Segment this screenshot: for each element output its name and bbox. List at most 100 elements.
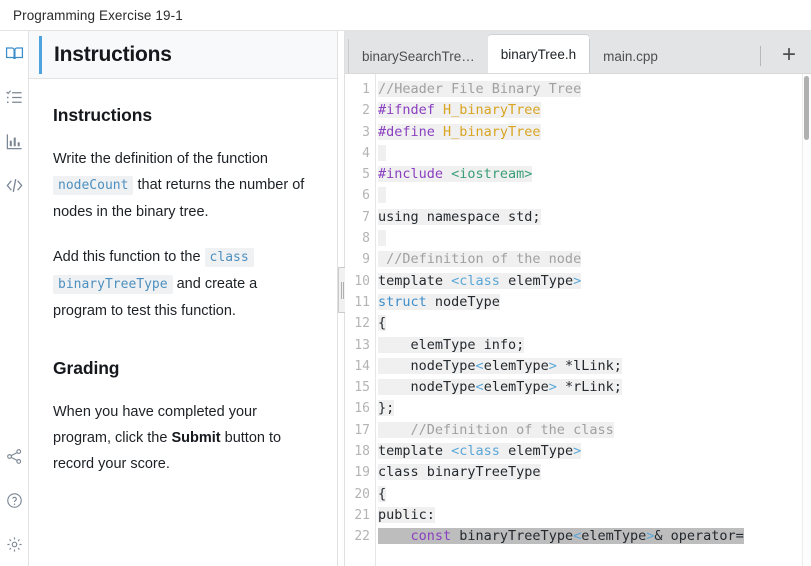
code-line-text: { — [378, 485, 387, 502]
code-icon[interactable] — [0, 163, 29, 207]
code-line-text: #include <iostream> — [378, 166, 533, 183]
code-token: elemType info; — [378, 336, 525, 353]
header-accent-bar — [39, 36, 42, 74]
code-line[interactable] — [378, 185, 811, 206]
code-token: elemType — [483, 379, 549, 396]
code-line[interactable]: nodeType<elemType> *lLink; — [378, 356, 811, 377]
code-line-text: //Header File Binary Tree — [378, 81, 582, 97]
line-number: 15 — [354, 380, 370, 396]
line-number: 8 — [362, 231, 370, 247]
code-line[interactable]: }; — [378, 398, 811, 419]
code-line-text — [378, 230, 387, 247]
window-title-bar: Programming Exercise 19-1 — [0, 0, 811, 31]
code-token: & operator= — [654, 528, 744, 545]
code-line-text: nodeType<elemType> *lLink; — [378, 357, 622, 374]
instructions-body: Instructions Write the definition of the… — [29, 79, 337, 566]
code-line-text: #ifndef H_binaryTree — [378, 102, 541, 119]
code-token: #define — [378, 123, 444, 140]
checklist-icon[interactable] — [0, 75, 29, 119]
code-token: elemType — [499, 443, 574, 460]
tab-bar-right-group: + — [759, 39, 811, 73]
code-line[interactable]: using namespace std; — [378, 207, 811, 228]
code-line[interactable] — [378, 143, 811, 164]
line-number: 18 — [354, 444, 370, 460]
code-line[interactable]: { — [378, 313, 811, 334]
code-line[interactable]: const binaryTreeType<elemType>& operator… — [378, 526, 811, 547]
code-line[interactable]: #include <iostream> — [378, 164, 811, 185]
inline-code-nodecount: nodeCount — [53, 176, 134, 195]
code-line[interactable]: class binaryTreeType — [378, 462, 811, 483]
editor-tab-bar: binarySearchTre… binaryTree.h main.cpp + — [345, 31, 811, 73]
code-token: *lLink; — [556, 357, 622, 374]
instructions-paragraph-1: Write the definition of the function nod… — [53, 146, 311, 225]
line-number: 11 — [354, 294, 370, 310]
line-number-gutter: 1 2 3 4 5 6 7 8 9 10 11 12 13 14 15 16 17 18 19 20 21 22 — [345, 74, 376, 566]
code-line[interactable]: public: — [378, 505, 811, 526]
editor-scrollbar-thumb[interactable] — [804, 76, 809, 140]
code-line[interactable]: template <class elemType> — [378, 441, 811, 462]
inline-code-class: class — [204, 248, 254, 267]
code-token: class binaryTreeType — [378, 464, 541, 481]
help-icon[interactable] — [0, 478, 29, 522]
code-line-text: template <class elemType> — [378, 443, 582, 460]
line-number: 5 — [362, 167, 370, 183]
code-line[interactable]: elemType info; — [378, 335, 811, 356]
code-token: < — [573, 528, 582, 545]
code-token: struct — [378, 293, 427, 310]
line-number: 14 — [354, 358, 370, 374]
chart-icon[interactable] — [0, 119, 29, 163]
book-icon[interactable] — [0, 31, 29, 75]
code-token: }; — [378, 400, 395, 417]
tab-divider — [759, 46, 761, 66]
tab-binarytree-h[interactable]: binaryTree.h — [487, 35, 590, 73]
code-line-text: template <class elemType> — [378, 272, 582, 289]
code-line-text: { — [378, 315, 387, 332]
line-number: 21 — [354, 507, 370, 523]
code-lines-container[interactable]: //Header File Binary Tree #ifndef H_binar… — [376, 74, 811, 566]
code-token: #include — [378, 166, 452, 183]
code-line[interactable]: #ifndef H_binaryTree — [378, 100, 811, 121]
code-token: using namespace std; — [378, 208, 541, 225]
code-line[interactable]: struct nodeType — [378, 292, 811, 313]
code-line[interactable]: //Definition of the node — [378, 249, 811, 270]
editor-scrollbar-track[interactable] — [802, 74, 811, 566]
code-token: { — [378, 485, 387, 502]
code-token: elemType — [499, 272, 574, 289]
code-token: > — [573, 443, 582, 460]
instructions-panel-header: Instructions — [29, 31, 337, 79]
line-number: 19 — [354, 465, 370, 481]
code-line[interactable] — [378, 228, 811, 249]
line-number: 17 — [354, 422, 370, 438]
line-number: 10 — [354, 273, 370, 289]
share-icon[interactable] — [0, 434, 29, 478]
settings-icon[interactable] — [0, 522, 29, 566]
code-line-text — [378, 187, 387, 204]
add-tab-button[interactable]: + — [775, 42, 803, 70]
line-number: 2 — [362, 103, 370, 119]
tab-binarysearchtree[interactable]: binarySearchTre… — [348, 39, 488, 73]
code-token: <iostream> — [451, 166, 533, 183]
code-line[interactable]: //Header File Binary Tree — [378, 79, 811, 100]
code-line-text: #define H_binaryTree — [378, 123, 541, 140]
code-area[interactable]: 1 2 3 4 5 6 7 8 9 10 11 12 13 14 15 16 17 18 19 20 21 22 //He… — [345, 73, 811, 566]
panel-divider[interactable] — [337, 31, 346, 566]
code-token: elemType — [581, 528, 647, 545]
code-line[interactable]: { — [378, 484, 811, 505]
window-title: Programming Exercise 19-1 — [13, 7, 183, 23]
code-line[interactable]: nodeType<elemType> *rLink; — [378, 377, 811, 398]
code-line[interactable]: template <class elemType> — [378, 271, 811, 292]
code-line[interactable]: #define H_binaryTree — [378, 122, 811, 143]
tab-main-cpp[interactable]: main.cpp — [589, 39, 671, 73]
line-number: 1 — [362, 82, 370, 97]
code-token: public: — [378, 506, 435, 523]
instructions-panel: Instructions Instructions Write the defi… — [29, 31, 337, 566]
code-token: < — [475, 379, 484, 396]
code-line[interactable]: //Definition of the class — [378, 420, 811, 441]
line-number: 4 — [362, 145, 370, 161]
code-token: > — [573, 272, 582, 289]
instructions-paragraph-3: When you have completed your program, cl… — [53, 399, 311, 477]
left-icon-rail — [0, 31, 29, 566]
code-token: //Definition of the node — [378, 251, 582, 268]
